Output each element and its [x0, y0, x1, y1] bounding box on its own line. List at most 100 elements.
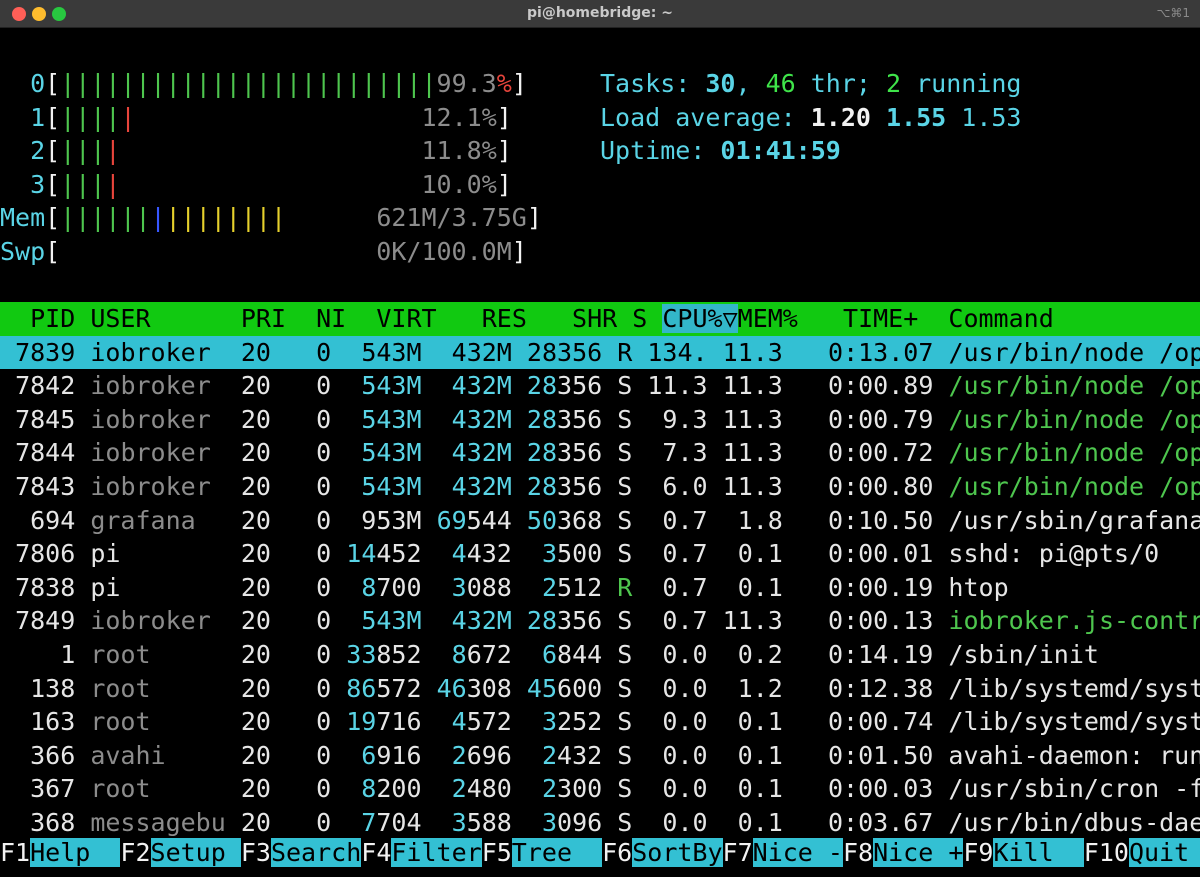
virt-cell-hi: 6 — [361, 740, 377, 770]
swp-value: 0K/100.0M — [376, 237, 512, 266]
res-cell-hi: 69 — [436, 505, 467, 535]
fkey-f2-button[interactable]: Setup — [150, 838, 241, 867]
shr-cell-hi: 2 — [541, 774, 558, 804]
pid-cell: 7845 — [15, 404, 76, 434]
col-command[interactable]: Command — [948, 304, 1053, 333]
process-row[interactable]: 366 avahi 20 0 6916 2696 2432 S 0.0 0.1 … — [0, 739, 1200, 773]
process-row[interactable]: 7849 iobroker 20 0 543M 432M 28356 S 0.7… — [0, 604, 1200, 638]
col-mem[interactable]: MEM% — [738, 304, 798, 333]
shr-cell-hi: 28 — [526, 472, 558, 501]
user-cell: iobroker — [90, 438, 211, 468]
ni-cell: 0 — [316, 774, 332, 804]
col-time[interactable]: TIME+ — [843, 304, 918, 333]
process-row[interactable]: 7842 iobroker 20 0 543M 432M 28356 S 11.… — [0, 369, 1200, 403]
cpu-cell: 0.7 — [662, 539, 708, 569]
virt-cell: 543M — [361, 472, 422, 501]
pri-cell: 20 — [240, 337, 271, 367]
fkey-f7-button[interactable]: Nice - — [752, 838, 843, 867]
virt-cell-lo: 704 — [376, 808, 422, 837]
fkey-f6-button[interactable]: SortBy — [632, 838, 723, 867]
virt-cell-hi: 8 — [361, 572, 377, 602]
virt-cell-lo: 572 — [376, 673, 422, 703]
process-row[interactable]: 7843 iobroker 20 0 543M 432M 28356 S 6.0… — [0, 470, 1200, 504]
fkey-f4-button[interactable]: Filter — [391, 838, 482, 867]
user-cell: iobroker — [90, 371, 211, 401]
fkey-f9-button[interactable]: Kill — [993, 838, 1084, 867]
cpu-meter-label: 1 — [30, 102, 46, 132]
ni-cell: 0 — [316, 505, 332, 535]
res-cell-hi: 46 — [436, 673, 467, 703]
state-cell: S — [617, 539, 633, 569]
col-s[interactable]: S — [632, 304, 647, 333]
col-ni[interactable]: NI — [316, 304, 346, 333]
process-row[interactable]: 163 root 20 0 19716 4572 3252 S 0.0 0.1 … — [0, 705, 1200, 739]
process-row[interactable]: 7839 iobroker 20 0 543M 432M 28356 R 134… — [0, 335, 1200, 370]
virt-cell-hi: 33 — [346, 640, 377, 669]
shr-cell-lo: 300 — [557, 774, 603, 804]
state-cell: S — [617, 606, 633, 636]
terminal[interactable]: 0[|||||||||||||||||||||||||99.3%] 1[||||… — [0, 31, 1200, 877]
time-cell: 0:03.67 — [827, 808, 934, 837]
mem-cell: 1.8 — [737, 505, 783, 535]
mem-cell: 0.1 — [737, 572, 783, 602]
process-row[interactable]: 1 root 20 0 33852 8672 6844 S 0.0 0.2 0:… — [0, 638, 1200, 672]
process-table-header: PID USER PRI NI VIRT RES SHR S CPU%▽MEM%… — [0, 302, 1200, 336]
shr-cell-lo: 356 — [557, 404, 603, 434]
fkey-f10-button[interactable]: Quit — [1128, 838, 1200, 867]
col-pid[interactable]: PID — [30, 304, 75, 333]
state-cell: S — [617, 505, 633, 535]
uptime-value: 01:41:59 — [720, 136, 841, 166]
process-row[interactable]: 694 grafana 20 0 953M 69544 50368 S 0.7 … — [0, 504, 1200, 538]
process-row[interactable]: 7838 pi 20 0 8700 3088 2512 R 0.7 0.1 0:… — [0, 571, 1200, 605]
process-row[interactable]: 7845 iobroker 20 0 543M 432M 28356 S 9.3… — [0, 403, 1200, 437]
fkey-f8-button[interactable]: Nice + — [873, 838, 964, 867]
shr-cell-lo: 600 — [557, 673, 603, 703]
fkey-f3-button[interactable]: Search — [270, 838, 362, 867]
fkey-f1-button[interactable]: Help — [30, 838, 121, 867]
process-row[interactable]: 7844 iobroker 20 0 543M 432M 28356 S 7.3… — [0, 436, 1200, 470]
tasks-label: Tasks: — [600, 69, 706, 98]
shr-cell-hi: 2 — [541, 740, 558, 770]
time-cell: 0:14.19 — [828, 640, 934, 669]
swp-meter: Swp[ 0K/100.0M] — [0, 237, 527, 266]
mem-cell: 1.2 — [737, 673, 783, 703]
shr-cell-hi: 3 — [541, 707, 558, 737]
col-res[interactable]: RES — [482, 304, 527, 333]
ni-cell: 0 — [316, 371, 332, 401]
time-cell: 0:00.89 — [828, 371, 934, 401]
user-cell: root — [90, 673, 151, 703]
virt-cell-hi: 19 — [346, 707, 377, 737]
pid-cell: 366 — [30, 740, 76, 770]
col-cpu[interactable]: CPU%▽ — [662, 304, 738, 333]
col-shr[interactable]: SHR — [572, 304, 617, 333]
process-row[interactable]: 7806 pi 20 0 14452 4432 3500 S 0.7 0.1 0… — [0, 537, 1200, 571]
time-cell: 0:00.74 — [827, 707, 934, 737]
process-row[interactable]: 138 root 20 0 86572 46308 45600 S 0.0 1.… — [0, 672, 1200, 706]
user-cell: root — [90, 640, 151, 669]
col-pri[interactable]: PRI — [241, 304, 286, 333]
fkey-number: F3 — [240, 838, 271, 867]
tasks-count: 30 — [705, 69, 736, 98]
ni-cell: 0 — [316, 539, 332, 569]
pid-cell: 694 — [30, 505, 76, 535]
user-cell: pi — [90, 572, 121, 602]
res-cell-hi: 3 — [451, 572, 467, 602]
load-1min: 1.20 — [810, 102, 871, 132]
cpu-bar-green: ||||||||||||||||||||||||| — [60, 69, 437, 98]
col-virt[interactable]: VIRT — [376, 304, 436, 333]
process-row[interactable]: 367 root 20 0 8200 2480 2300 S 0.0 0.1 0… — [0, 772, 1200, 806]
time-cell: 0:00.19 — [828, 572, 934, 602]
fkey-f5-button[interactable]: Tree — [511, 838, 603, 867]
shr-cell-hi: 3 — [541, 808, 558, 837]
pri-cell: 20 — [240, 808, 271, 837]
fkey-number: F4 — [361, 838, 392, 867]
cpu-cell: 6.0 — [662, 472, 708, 501]
command-cell: /usr/bin/node /op — [948, 438, 1200, 468]
shr-cell-hi: 3 — [541, 539, 558, 569]
process-row[interactable]: 368 messagebu 20 0 7704 3588 3096 S 0.0 … — [0, 806, 1200, 840]
ni-cell: 0 — [316, 438, 332, 468]
virt-cell: 543M — [361, 337, 422, 367]
col-user[interactable]: USER — [90, 304, 150, 333]
swp-meter-label: Swp — [0, 237, 46, 266]
shr-cell-hi: 6 — [541, 640, 558, 669]
